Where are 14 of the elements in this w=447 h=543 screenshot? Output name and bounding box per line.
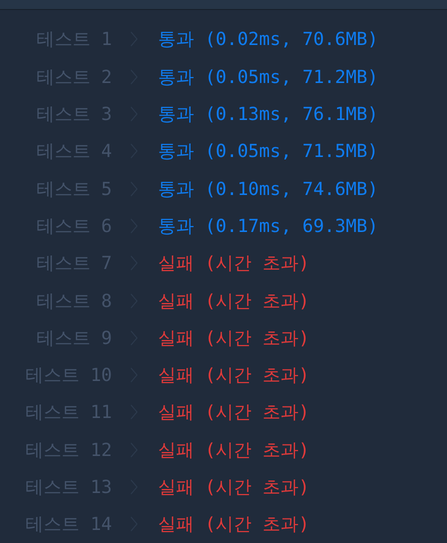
test-result: 실패 (시간 초과): [157, 438, 310, 462]
test-result: 통과 (0.05ms, 71.5MB): [157, 140, 380, 164]
test-result: 통과 (0.05ms, 71.2MB): [157, 66, 380, 89]
test-result: 통과 (0.13ms, 76.1MB): [157, 103, 380, 126]
test-result: 실패 (시간 초과): [157, 364, 310, 388]
test-result: 실패 (시간 초과): [157, 401, 310, 424]
test-result: 실패 (시간 초과): [157, 252, 310, 276]
test-result: 실패 (시간 초과): [157, 476, 310, 500]
test-result: 통과 (0.02ms, 70.6MB): [157, 28, 380, 52]
test-result: 실패 (시간 초과): [157, 513, 310, 536]
test-result: 실패 (시간 초과): [157, 326, 310, 350]
test-result: 통과 (0.17ms, 69.3MB): [157, 214, 380, 238]
test-result: 실패 (시간 초과): [157, 290, 310, 313]
test-result: 통과 (0.10ms, 74.6MB): [157, 178, 380, 201]
